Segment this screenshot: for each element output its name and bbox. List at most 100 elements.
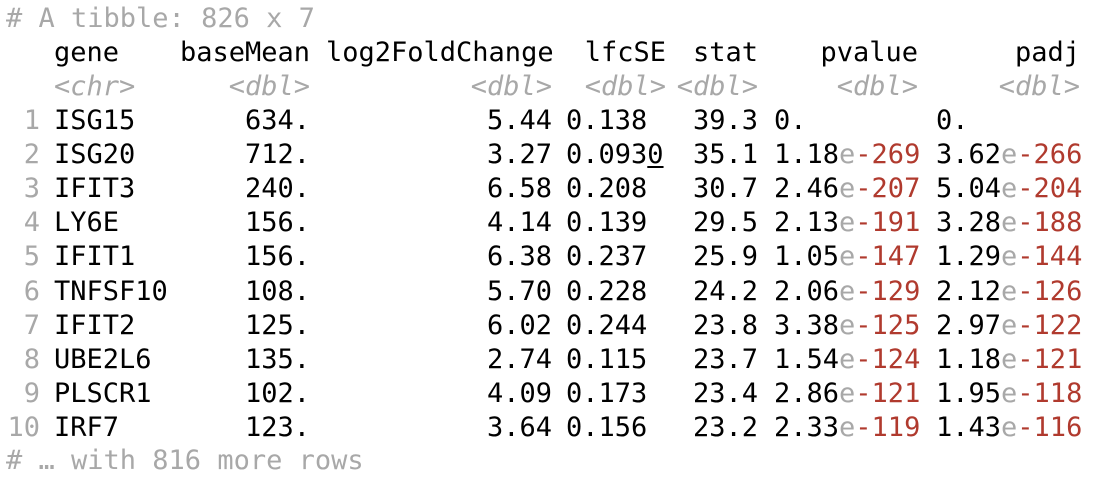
cell-padj-mantissa: 2.12	[936, 275, 1002, 307]
cell-lfcse: 0.208	[566, 173, 648, 205]
cell-padj-mantissa: 3.28	[936, 207, 1002, 239]
cell-log2foldchange: 4.14	[486, 207, 552, 239]
cell-log2foldchange: 3.64	[486, 411, 552, 443]
cell-pvalue-mantissa: 2.86	[774, 377, 840, 409]
cell-pvalue-e: e	[839, 139, 856, 171]
row-index: 5	[23, 241, 40, 273]
cell-gene: ISG20	[54, 139, 136, 171]
cell-log2foldchange: 6.38	[486, 241, 552, 273]
table-row: 7 IFIT2 125. 6.02 0.244 23.8 3.38e-125 2.97e-12…	[6, 309, 1086, 343]
cell-pvalue-mantissa: 2.06	[774, 275, 840, 307]
cell-gene: IFIT1	[54, 241, 136, 273]
col-header-basemean: baseMean	[180, 37, 311, 68]
cell-log2foldchange: 6.58	[486, 173, 552, 205]
cell-padj-mantissa: 5.04	[936, 173, 1002, 205]
cell-pvalue: 2.33e-119	[774, 411, 920, 445]
cell-pvalue: 0.	[774, 104, 807, 138]
cell-pvalue-e: e	[839, 173, 856, 205]
cell-basemean: 712.	[244, 139, 310, 171]
cell-padj: 1.43e-116	[936, 411, 1082, 445]
cell-basemean: 135.	[244, 343, 310, 375]
tibble-header: # A tibble: 826 x 7	[6, 3, 315, 34]
cell-pvalue-e: e	[839, 377, 856, 409]
cell-log2foldchange: 4.09	[486, 377, 552, 409]
cell-gene: IRF7	[54, 411, 120, 443]
cell-lfcse: 0.228	[566, 275, 648, 307]
cell-padj: 5.04e-204	[936, 172, 1082, 206]
cell-gene: ISG15	[54, 105, 136, 136]
cell-padj-mantissa: 3.62	[936, 139, 1002, 171]
cell-log2foldchange: 5.44	[486, 105, 552, 136]
cell-stat: 29.5	[692, 207, 758, 239]
table-row: 9 PLSCR1 102. 4.09 0.173 23.4 2.86e-121 1.95e-1…	[6, 377, 1086, 411]
cell-lfcse: 0.138	[566, 105, 648, 136]
row-index: 6	[23, 275, 40, 307]
cell-pvalue: 3.38e-125	[774, 309, 920, 343]
cell-padj-e: e	[1001, 275, 1018, 307]
cell-log2foldchange: 6.02	[486, 309, 552, 341]
cell-pvalue-e: e	[839, 275, 856, 307]
col-type-pvalue: <dbl>	[836, 71, 918, 102]
cell-pvalue-e: e	[839, 309, 856, 341]
col-header-padj: padj	[1014, 37, 1080, 68]
table-row: 4 LY6E 156. 4.14 0.139 29.5 2.13e-191 3.28e-188	[6, 206, 1086, 240]
cell-padj-e: e	[1001, 207, 1018, 239]
cell-padj-exponent: -116	[1017, 411, 1083, 443]
cell-basemean: 240.	[244, 173, 310, 205]
cell-log2foldchange: 2.74	[486, 343, 552, 375]
column-type-row: <chr> <dbl> <dbl> <dbl> <dbl> <dbl> <dbl…	[6, 70, 1086, 104]
cell-gene: IFIT3	[54, 173, 136, 205]
cell-pvalue-exponent: -269	[855, 139, 921, 171]
cell-pvalue-mantissa: 3.38	[774, 309, 840, 341]
cell-basemean: 156.	[244, 207, 310, 239]
cell-padj-e: e	[1001, 411, 1018, 443]
cell-basemean: 125.	[244, 309, 310, 341]
cell-pvalue-exponent: -147	[855, 241, 921, 273]
cell-padj-exponent: -121	[1017, 343, 1083, 375]
row-index: 1	[23, 105, 40, 136]
row-index: 7	[23, 309, 40, 341]
table-row: 5 IFIT1 156. 6.38 0.237 25.9 1.05e-147 1.29e-14…	[6, 240, 1086, 274]
cell-pvalue: 2.46e-207	[774, 172, 920, 206]
cell-padj-mantissa: 2.97	[936, 309, 1002, 341]
col-header-pvalue: pvalue	[820, 37, 918, 68]
cell-log2foldchange: 5.70	[486, 275, 552, 307]
cell-padj-mantissa: 1.29	[936, 241, 1002, 273]
cell-basemean: 634.	[244, 105, 310, 136]
cell-padj-mantissa: 1.18	[936, 343, 1002, 375]
cell-pvalue-exponent: -191	[855, 207, 921, 239]
row-index: 8	[23, 343, 40, 375]
cell-pvalue: 2.86e-121	[774, 377, 920, 411]
col-type-log2foldchange: <dbl>	[470, 71, 552, 102]
cell-basemean: 123.	[244, 411, 310, 443]
cell-pvalue-mantissa: 1.18	[774, 139, 840, 171]
table-row: 3 IFIT3 240. 6.58 0.208 30.7 2.46e-207 5.04e-20…	[6, 172, 1086, 206]
cell-basemean: 108.	[244, 275, 310, 307]
cell-stat: 24.2	[692, 275, 758, 307]
cell-padj: 1.29e-144	[936, 240, 1082, 274]
cell-padj-exponent: -126	[1017, 275, 1083, 307]
cell-padj-mantissa: 1.95	[936, 377, 1002, 409]
row-index: 4	[23, 207, 40, 239]
cell-stat: 23.8	[692, 309, 758, 341]
row-index: 3	[23, 173, 40, 205]
console-output: # A tibble: 826 x 7 gene baseMean log2Fo…	[6, 0, 1094, 476]
cell-basemean: 156.	[244, 241, 310, 273]
cell-gene: LY6E	[54, 207, 120, 239]
table-row: 10 IRF7 123. 3.64 0.156 23.2 2.33e-119 1.43e-11…	[6, 411, 1086, 445]
cell-padj-exponent: -266	[1017, 139, 1083, 171]
cell-padj: 3.62e-266	[936, 138, 1082, 172]
cell-padj-e: e	[1001, 377, 1018, 409]
cell-pvalue-e: e	[839, 411, 856, 443]
cell-padj-e: e	[1001, 343, 1018, 375]
cell-pvalue-exponent: -129	[855, 275, 921, 307]
col-type-padj: <dbl>	[998, 71, 1080, 102]
cell-pvalue: 1.54e-124	[774, 343, 920, 377]
cell-lfcse: 0.244	[566, 309, 648, 341]
cell-lfcse: 0.0930	[566, 139, 664, 171]
cell-lfcse: 0.173	[566, 377, 648, 409]
col-type-lfcse: <dbl>	[584, 71, 666, 102]
cell-pvalue: 1.05e-147	[774, 240, 920, 274]
cell-stat: 25.9	[692, 241, 758, 273]
row-index: 9	[23, 377, 40, 409]
